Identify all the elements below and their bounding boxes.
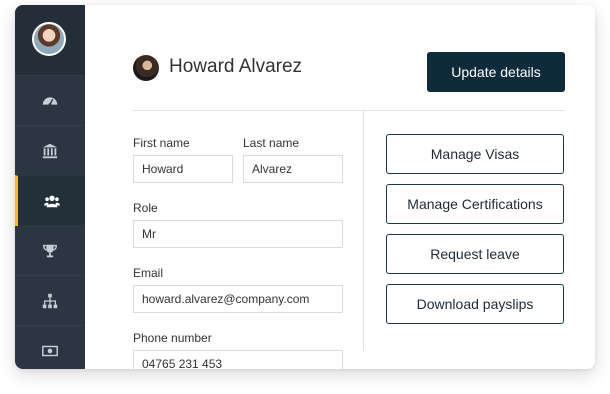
email-field[interactable]: howard.alvarez@company.com (133, 285, 343, 313)
email-label: Email (133, 266, 164, 280)
trophy-icon (43, 244, 57, 258)
avatar[interactable] (32, 22, 66, 56)
phone-label: Phone number (133, 331, 212, 345)
money-icon (42, 345, 58, 357)
last-name-label: Last name (243, 136, 300, 150)
people-icon (43, 195, 60, 208)
role-label: Role (133, 201, 158, 215)
role-field[interactable]: Mr (133, 220, 343, 248)
sidebar-item-trophy[interactable] (15, 225, 85, 276)
user-avatar-area[interactable] (15, 5, 85, 75)
column-divider (363, 111, 364, 351)
update-details-button[interactable]: Update details (427, 52, 565, 92)
first-name-field[interactable]: Howard (133, 155, 233, 183)
sidebar-item-dashboard[interactable] (15, 75, 85, 126)
download-payslips-button[interactable]: Download payslips (386, 284, 564, 324)
dashboard-icon (42, 97, 58, 107)
profile-photo (133, 55, 159, 81)
request-leave-button[interactable]: Request leave (386, 234, 564, 274)
profile-name: Howard Alvarez (169, 56, 303, 77)
phone-field[interactable]: 04765 231 453 (133, 350, 343, 369)
sidebar-item-org-chart[interactable] (15, 275, 85, 326)
org-chart-icon (42, 293, 58, 309)
main-content: Howard Alvarez Update details First name… (85, 5, 595, 369)
first-name-label: First name (133, 136, 190, 150)
app-window: Howard Alvarez Update details First name… (15, 5, 595, 369)
bank-icon (42, 143, 58, 159)
sidebar-item-people[interactable] (15, 175, 85, 226)
manage-certifications-button[interactable]: Manage Certifications (386, 184, 564, 224)
sidebar-item-money[interactable] (15, 325, 85, 369)
manage-visas-button[interactable]: Manage Visas (386, 134, 564, 174)
sidebar (15, 5, 85, 369)
header-divider (132, 110, 565, 111)
last-name-field[interactable]: Alvarez (243, 155, 343, 183)
sidebar-item-bank[interactable] (15, 125, 85, 176)
